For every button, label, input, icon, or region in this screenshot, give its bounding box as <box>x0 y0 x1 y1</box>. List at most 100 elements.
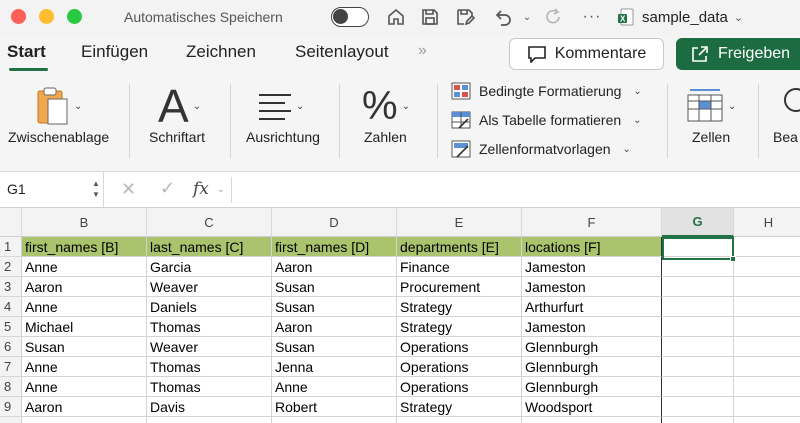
table-cell[interactable]: Thomas <box>147 357 272 377</box>
format-as-table-button[interactable]: Als Tabelle formatieren ⌄ <box>451 111 642 129</box>
comments-button[interactable]: Kommentare <box>509 38 664 70</box>
redo-icon[interactable] <box>542 5 566 29</box>
table-cell[interactable]: Susan <box>272 277 397 297</box>
row-header-1[interactable]: 1 <box>0 237 22 257</box>
autosave-toggle[interactable] <box>331 7 369 27</box>
table-cell[interactable]: Anne <box>22 297 147 317</box>
table-cell[interactable] <box>662 277 734 297</box>
table-cell[interactable]: Jameston <box>522 277 662 297</box>
table-cell[interactable] <box>734 397 800 417</box>
column-header-g[interactable]: G <box>662 208 734 237</box>
table-cell[interactable] <box>662 317 734 337</box>
editing-group[interactable] <box>778 82 800 130</box>
table-cell[interactable]: Strategy <box>397 297 522 317</box>
tab-start[interactable]: Start <box>7 42 46 62</box>
formula-input[interactable] <box>236 172 800 207</box>
tab-insert[interactable]: Einfügen <box>81 42 148 62</box>
table-cell[interactable] <box>662 417 734 423</box>
zoom-window-button[interactable] <box>67 9 82 24</box>
table-cell[interactable] <box>662 297 734 317</box>
table-cell[interactable] <box>734 257 800 277</box>
column-header-f[interactable]: F <box>522 208 662 237</box>
table-cell[interactable] <box>662 337 734 357</box>
tab-draw[interactable]: Zeichnen <box>186 42 256 62</box>
table-cell[interactable] <box>272 417 397 423</box>
table-cell[interactable]: Michael <box>22 317 147 337</box>
header-cell[interactable]: locations [F] <box>522 237 662 257</box>
table-cell[interactable]: Arthurfurt <box>522 297 662 317</box>
header-cell[interactable]: first_names [B] <box>22 237 147 257</box>
row-header-6[interactable]: 6 <box>0 337 22 357</box>
table-cell[interactable] <box>662 257 734 277</box>
tab-page-layout[interactable]: Seitenlayout <box>295 42 389 62</box>
table-cell[interactable] <box>734 237 800 257</box>
undo-icon[interactable] <box>491 5 515 29</box>
name-box[interactable]: G1 <box>0 172 104 207</box>
table-cell[interactable]: Procurement <box>397 277 522 297</box>
table-cell[interactable]: Anne <box>22 357 147 377</box>
table-cell[interactable]: Operations <box>397 337 522 357</box>
table-cell[interactable]: Davis <box>147 397 272 417</box>
name-box-stepper-icon[interactable]: ▲ ▼ <box>92 178 100 200</box>
row-header-5[interactable]: 5 <box>0 317 22 337</box>
row-header-9[interactable]: 9 <box>0 397 22 417</box>
table-cell[interactable]: Anne <box>22 257 147 277</box>
insert-function-icon[interactable]: fx <box>193 179 209 199</box>
table-cell[interactable]: Jameston <box>522 257 662 277</box>
table-cell[interactable] <box>734 417 800 423</box>
table-cell[interactable]: Glennburgh <box>522 377 662 397</box>
cell-styles-button[interactable]: Zellenformatvorlagen ⌄ <box>451 140 631 158</box>
enter-icon[interactable]: ✓ <box>160 178 175 199</box>
fill-handle[interactable] <box>730 256 736 262</box>
table-cell[interactable]: Jenna <box>272 357 397 377</box>
header-cell[interactable]: first_names [D] <box>272 237 397 257</box>
table-cell[interactable]: Glennburgh <box>522 337 662 357</box>
table-cell[interactable] <box>397 417 522 423</box>
table-cell[interactable] <box>662 357 734 377</box>
table-cell[interactable]: Daniels <box>147 297 272 317</box>
row-header-2[interactable]: 2 <box>0 257 22 277</box>
row-header-10[interactable] <box>0 417 22 423</box>
table-cell[interactable] <box>734 377 800 397</box>
table-cell[interactable] <box>147 417 272 423</box>
table-cell[interactable] <box>734 317 800 337</box>
row-header-3[interactable]: 3 <box>0 277 22 297</box>
table-cell[interactable]: Susan <box>272 297 397 317</box>
table-cell[interactable] <box>734 297 800 317</box>
clipboard-group[interactable]: ⌄ <box>36 82 82 130</box>
column-header-d[interactable]: D <box>272 208 397 237</box>
table-cell[interactable]: Susan <box>22 337 147 357</box>
alignment-group[interactable]: ⌄ <box>258 82 304 130</box>
table-cell[interactable]: Aaron <box>272 257 397 277</box>
table-cell[interactable]: Aaron <box>272 317 397 337</box>
conditional-formatting-button[interactable]: Bedingte Formatierung ⌄ <box>451 82 642 100</box>
table-cell[interactable]: Strategy <box>397 397 522 417</box>
select-all-corner[interactable] <box>0 208 22 237</box>
table-cell[interactable]: Glennburgh <box>522 357 662 377</box>
table-cell[interactable]: Anne <box>272 377 397 397</box>
table-cell[interactable] <box>662 377 734 397</box>
table-cell[interactable] <box>662 397 734 417</box>
cancel-icon[interactable]: ✕ <box>121 179 136 200</box>
table-cell[interactable]: Weaver <box>147 337 272 357</box>
table-cell[interactable]: Weaver <box>147 277 272 297</box>
font-group[interactable]: A ⌄ <box>158 82 201 130</box>
table-cell[interactable]: Garcia <box>147 257 272 277</box>
minimize-window-button[interactable] <box>39 9 54 24</box>
table-cell[interactable] <box>734 337 800 357</box>
header-cell[interactable]: departments [E] <box>397 237 522 257</box>
table-cell[interactable]: Aaron <box>22 397 147 417</box>
table-cell[interactable]: Finance <box>397 257 522 277</box>
column-header-c[interactable]: C <box>147 208 272 237</box>
table-cell[interactable] <box>734 277 800 297</box>
home-icon[interactable] <box>384 5 408 29</box>
row-header-8[interactable]: 8 <box>0 377 22 397</box>
table-cell[interactable]: Aaron <box>22 277 147 297</box>
more-tabs-icon[interactable]: » <box>418 42 427 60</box>
worksheet-grid[interactable]: B C D E F G H 1 first_names [B] last_names [C] fir… <box>0 208 800 423</box>
cells-group[interactable]: ⌄ <box>686 82 736 130</box>
table-cell[interactable]: Strategy <box>397 317 522 337</box>
chevron-down-icon[interactable]: ⌄ <box>217 184 225 195</box>
table-cell[interactable]: Anne <box>22 377 147 397</box>
share-button[interactable]: Freigeben <box>676 38 800 70</box>
